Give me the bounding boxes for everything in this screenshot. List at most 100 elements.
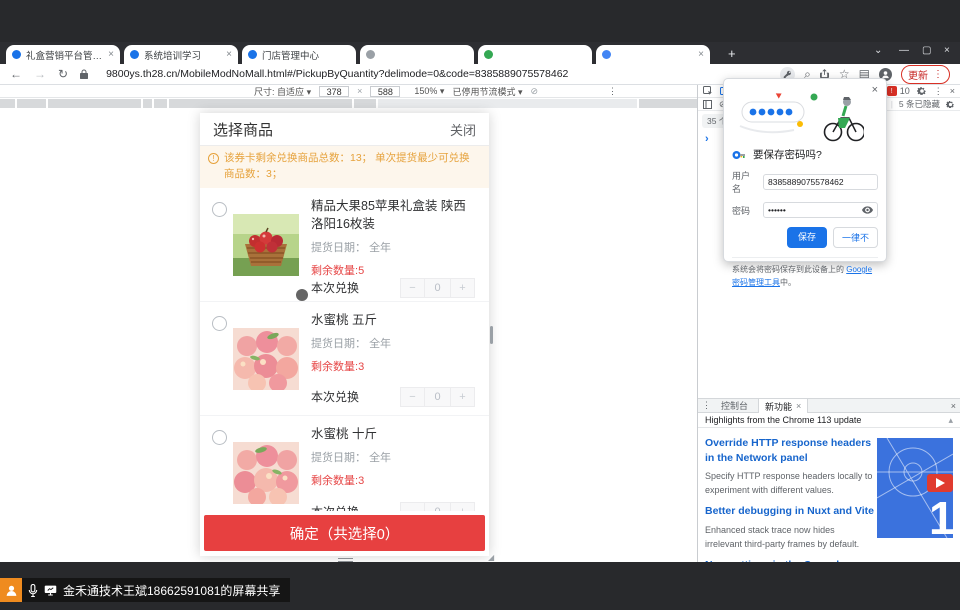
page-header-stub xyxy=(0,99,697,108)
pickup-date: 提货日期： 全年 xyxy=(311,449,475,465)
quantity-value[interactable]: 0 xyxy=(425,387,450,407)
update-label: 更新 xyxy=(908,67,928,82)
minus-button[interactable]: − xyxy=(400,278,425,298)
product-row-apple: 精品大果85苹果礼盒装 陕西洛阳16枚装 提货日期： 全年 剩余数量:5 本次兑… xyxy=(200,188,489,302)
participant-button[interactable] xyxy=(0,578,22,602)
product-list: 精品大果85苹果礼盒装 陕西洛阳16枚装 提货日期： 全年 剩余数量:5 本次兑… xyxy=(200,188,489,512)
devtools-close-icon[interactable]: × xyxy=(950,86,955,96)
whatsnew-link[interactable]: New settings in the Console xyxy=(705,558,877,562)
save-button[interactable]: 保存 xyxy=(787,227,827,248)
tab-close-icon[interactable]: × xyxy=(796,401,801,411)
size-select[interactable]: 自适应 xyxy=(277,87,304,97)
inspect-icon[interactable] xyxy=(703,86,713,96)
password-value: •••••• xyxy=(768,205,862,215)
tab-store-admin[interactable]: 门店管理中心 xyxy=(242,45,356,64)
scroll-up-icon[interactable]: ▴ xyxy=(948,415,953,426)
viewport-width-input[interactable]: 378 xyxy=(319,86,349,97)
console-sidebar-icon[interactable] xyxy=(703,100,712,109)
update-button[interactable]: 更新 ⋮ xyxy=(901,65,950,84)
tab-search-icon[interactable]: ⌄ xyxy=(874,45,882,56)
plus-button[interactable]: + xyxy=(450,387,475,407)
minimize-icon[interactable]: — xyxy=(899,45,909,56)
touch-cursor xyxy=(296,289,308,301)
password-label: 密码 xyxy=(732,204,758,217)
reload-icon[interactable]: ↻ xyxy=(58,67,68,81)
maximize-icon[interactable]: ▢ xyxy=(922,45,931,56)
device-toolbar: 尺寸: 自适应 ▾ 378 × 588 150% ▾ 已停用节流模式 ▾ ⊘ ⋮ xyxy=(0,85,697,98)
tab-training[interactable]: 系统培训学习 × xyxy=(124,45,238,64)
pickup-date: 提货日期： 全年 xyxy=(311,239,475,255)
google-key-icon xyxy=(732,150,747,160)
tab-hidden-2[interactable] xyxy=(478,45,592,64)
hidden-messages-label: 5 条已隐藏 xyxy=(899,98,940,110)
never-button[interactable]: 一律不 xyxy=(833,227,878,248)
plus-button[interactable]: + xyxy=(450,502,475,512)
chevron-down-icon[interactable]: ▾ xyxy=(307,87,312,97)
size-label: 尺寸: xyxy=(254,87,275,97)
new-tab-button[interactable]: + xyxy=(728,46,736,61)
whatsnew-text: Specify HTTP response headers locally to… xyxy=(705,470,873,497)
console-settings-gear-icon[interactable] xyxy=(946,100,955,109)
tab-console[interactable]: 控制台 xyxy=(715,398,754,413)
confirm-button[interactable]: 确定（共选择0） xyxy=(204,515,485,551)
device-toolbar-more-icon[interactable]: ⋮ xyxy=(608,86,617,97)
tab-close-icon[interactable]: × xyxy=(698,49,704,60)
error-icon: ! xyxy=(887,86,897,96)
throttle-select[interactable]: 已停用节流模式 ▾ xyxy=(452,85,522,98)
window-close-icon[interactable]: × xyxy=(944,45,950,56)
close-icon[interactable]: × xyxy=(872,84,878,96)
whatsnew-banner-image[interactable]: 1 xyxy=(877,438,953,538)
whatsnew-header-text: Highlights from the Chrome 113 update xyxy=(705,415,861,425)
minus-button[interactable]: − xyxy=(400,387,425,407)
tab-gift-admin[interactable]: 礼盒营销平台管理中心 × xyxy=(6,45,120,64)
viewport-resize-icon[interactable]: ◢ xyxy=(488,553,497,562)
tab-close-icon[interactable]: × xyxy=(108,49,114,60)
microphone-icon[interactable] xyxy=(28,584,38,597)
product-image xyxy=(233,311,299,407)
quantity-value[interactable]: 0 xyxy=(425,278,450,298)
remaining-quantity: 剩余数量:3 xyxy=(311,472,475,488)
viewport-height-input[interactable]: 588 xyxy=(370,86,400,97)
url-text[interactable]: 9800ys.th28.cn/MobileModNoMall.html#/Pic… xyxy=(106,68,568,80)
drawer-more-icon[interactable]: ⋮ xyxy=(702,400,711,411)
exchange-label: 本次兑换 xyxy=(311,279,359,296)
whatsnew-body: Override HTTP response headers in the Ne… xyxy=(698,428,960,562)
pickup-value: 全年 xyxy=(369,338,391,350)
whatsnew-text: Enhanced stack trace now hides irrelevan… xyxy=(705,524,873,551)
quantity-value[interactable]: 0 xyxy=(425,502,450,512)
plus-button[interactable]: + xyxy=(450,278,475,298)
gear-icon[interactable] xyxy=(917,86,927,96)
radio-button[interactable] xyxy=(212,430,227,445)
drag-handle[interactable] xyxy=(338,558,353,562)
username-field[interactable]: 8385889075578462 xyxy=(763,174,878,190)
tab-label: 门店管理中心 xyxy=(262,48,350,62)
radio-button[interactable] xyxy=(212,202,227,217)
more-icon[interactable]: ⋮ xyxy=(933,69,943,80)
whatsnew-link[interactable]: Better debugging in Nuxt and Vite xyxy=(705,504,877,519)
tab-hidden-1[interactable] xyxy=(360,45,474,64)
quota-notice-text: 该券卡剩余兑换商品总数：13； 单次提货最少可兑换商品数：3； xyxy=(224,151,479,183)
remain-value: 3 xyxy=(358,475,364,487)
password-field[interactable]: •••••• xyxy=(763,202,878,218)
eye-icon[interactable] xyxy=(862,206,873,214)
drawer-tab-bar: ⋮ 控制台 新功能 × × xyxy=(698,398,960,413)
tab-close-icon[interactable]: × xyxy=(226,49,232,60)
username-value: 8385889075578462 xyxy=(768,177,873,187)
modal-scrollbar[interactable] xyxy=(490,326,493,344)
tab-whats-new[interactable]: 新功能 × xyxy=(758,399,808,413)
tab-hidden-3[interactable]: × xyxy=(596,45,710,64)
radio-button[interactable] xyxy=(212,316,227,331)
whatsnew-link[interactable]: Override HTTP response headers in the Ne… xyxy=(705,436,877,465)
tab-favicon-icon xyxy=(366,50,375,59)
zoom-select[interactable]: 150% ▾ xyxy=(414,86,444,97)
modal-close-button[interactable]: 关闭 xyxy=(450,120,476,139)
times-label: × xyxy=(357,86,362,96)
dialog-buttons: 保存 一律不 xyxy=(732,227,878,248)
more-icon[interactable]: ⋮ xyxy=(934,86,943,97)
forward-icon[interactable]: → xyxy=(34,67,46,81)
pickup-label: 提货日期： xyxy=(311,338,366,350)
back-icon[interactable]: ← xyxy=(10,67,22,81)
issues-badge[interactable]: ! 10 xyxy=(887,86,910,96)
minus-button[interactable]: − xyxy=(400,502,425,512)
drawer-close-icon[interactable]: × xyxy=(951,401,956,411)
